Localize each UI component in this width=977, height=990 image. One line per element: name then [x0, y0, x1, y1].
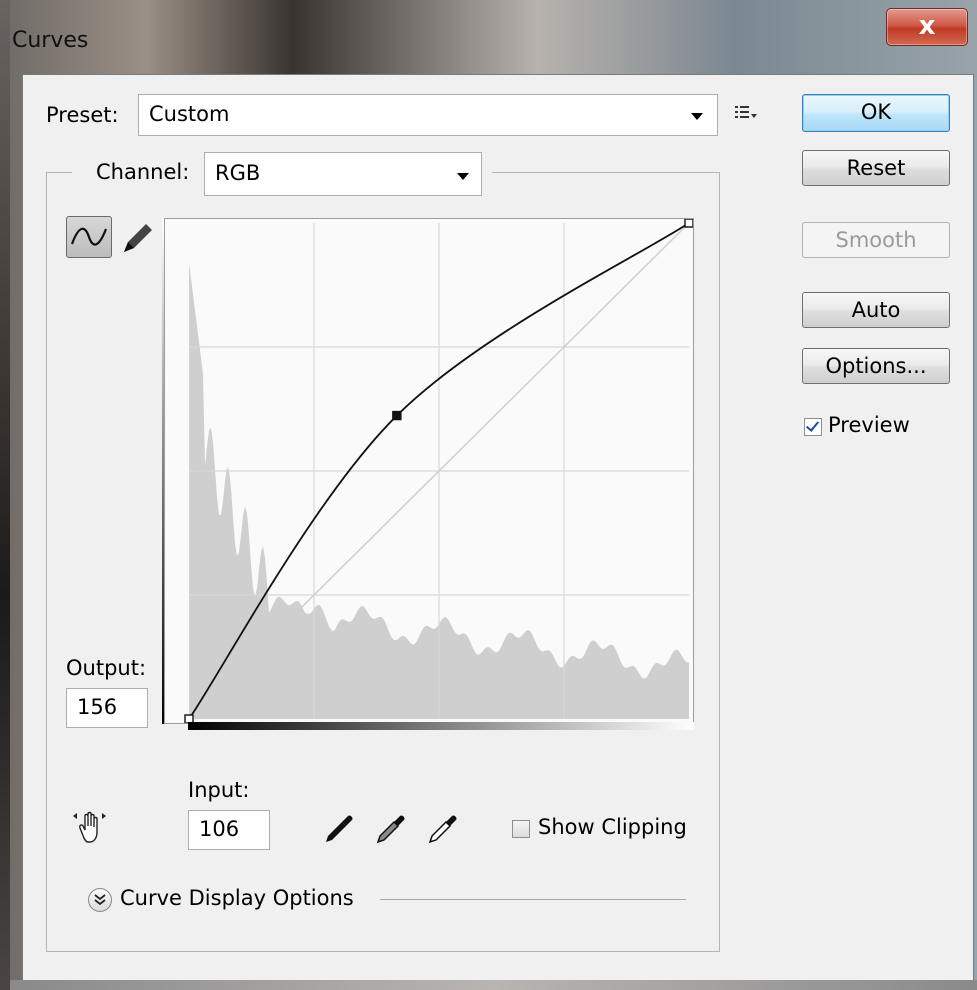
pencil-tool-icon[interactable] — [118, 218, 158, 262]
smooth-label: Smooth — [835, 228, 917, 252]
channel-select[interactable]: RGB — [204, 152, 482, 196]
gray-point-eyedropper-icon[interactable] — [374, 810, 410, 850]
curve-graph[interactable] — [164, 218, 694, 724]
black-point-eyedropper-icon[interactable] — [322, 810, 358, 850]
preset-select[interactable]: Custom — [138, 94, 718, 136]
window-bottom-edge — [10, 980, 977, 990]
auto-label: Auto — [851, 298, 901, 322]
double-chevron-down-icon — [94, 894, 106, 906]
preset-options-icon[interactable] — [735, 104, 759, 128]
smooth-button[interactable]: Smooth — [802, 222, 950, 258]
curve-display-options-label: Curve Display Options — [120, 886, 354, 910]
divider — [380, 899, 686, 900]
reset-button[interactable]: Reset — [802, 150, 950, 186]
options-button[interactable]: Options... — [802, 348, 950, 384]
show-clipping-checkbox[interactable] — [512, 820, 530, 838]
close-button[interactable]: x — [886, 8, 968, 46]
input-field[interactable]: 106 — [188, 810, 270, 850]
curve-graph-canvas[interactable] — [165, 218, 694, 724]
preset-label: Preset: — [46, 103, 119, 127]
window-title: Curves — [12, 28, 89, 53]
chevron-down-icon — [457, 173, 469, 180]
output-label: Output: — [66, 656, 147, 680]
window-edge — [0, 0, 10, 990]
close-icon: x — [918, 11, 936, 41]
expand-options-button[interactable] — [88, 888, 112, 912]
input-gradient-bar — [188, 722, 694, 730]
input-label: Input: — [188, 778, 250, 802]
ok-label: OK — [860, 100, 892, 124]
ok-button[interactable]: OK — [802, 94, 950, 132]
chevron-down-icon — [691, 113, 703, 120]
preset-value: Custom — [149, 102, 230, 126]
white-point-eyedropper-icon[interactable] — [426, 810, 462, 850]
preview-label: Preview — [828, 413, 910, 437]
preview-checkbox[interactable] — [804, 418, 822, 436]
curve-point-tool-icon — [70, 227, 108, 246]
title-bar[interactable]: Curves x — [0, 0, 977, 80]
auto-button[interactable]: Auto — [802, 292, 950, 328]
curve-control-point[interactable] — [684, 218, 694, 228]
show-clipping-label: Show Clipping — [538, 815, 687, 839]
options-label: Options... — [825, 354, 927, 378]
channel-value: RGB — [215, 161, 261, 185]
channel-label: Channel: — [96, 160, 190, 184]
input-value: 106 — [199, 817, 240, 841]
reset-label: Reset — [846, 156, 906, 180]
output-field[interactable]: 156 — [66, 688, 148, 728]
on-image-adjust-hand-icon[interactable] — [70, 808, 110, 852]
curve-control-point[interactable] — [392, 410, 402, 421]
output-value: 156 — [77, 695, 118, 719]
curve-point-tool-button[interactable] — [66, 216, 112, 258]
